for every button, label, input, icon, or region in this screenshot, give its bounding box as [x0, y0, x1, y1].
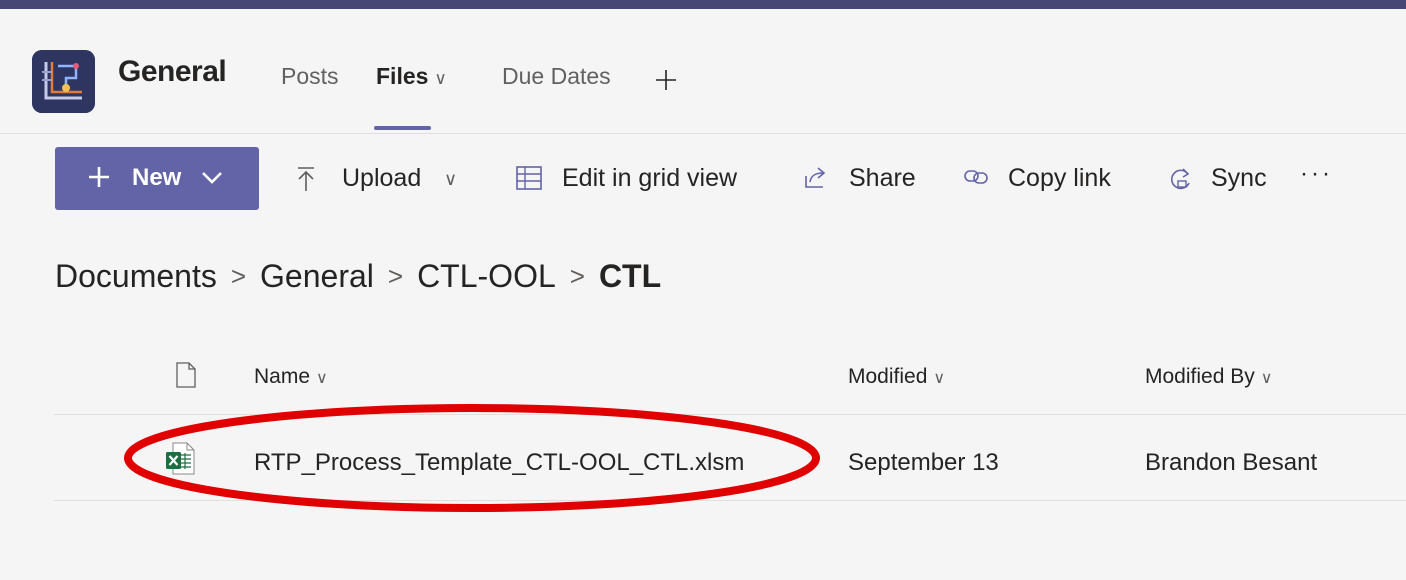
chevron-down-icon[interactable]: ∨: [434, 69, 446, 88]
row-divider: [54, 500, 1406, 501]
modified-by: Brandon Besant: [1145, 449, 1318, 476]
table-row[interactable]: RTP_Process_Template_CTL-OOL_CTL.xlsm Se…: [54, 415, 1406, 500]
breadcrumb-item-general[interactable]: General: [260, 258, 374, 294]
add-tab-plus-icon[interactable]: [655, 69, 677, 91]
channel-header: General Posts Files ∨ Due Dates: [0, 9, 1406, 135]
tab-files-label: Files: [376, 63, 429, 89]
column-header-row: Name ∨ Modified ∨ Modified By ∨: [54, 330, 1406, 414]
tab-posts[interactable]: Posts: [281, 63, 339, 90]
breadcrumb: Documents > General > CTL-OOL > CTL: [55, 258, 661, 295]
teams-app-icon: [32, 50, 95, 113]
plus-icon: [89, 167, 109, 187]
header-divider: [0, 133, 1406, 134]
file-type-column-icon[interactable]: [176, 362, 196, 388]
breadcrumb-separator: >: [387, 261, 404, 291]
sync-label: Sync: [1211, 164, 1267, 192]
sort-chevron-icon: ∨: [316, 370, 328, 387]
copy-link-label: Copy link: [1008, 164, 1111, 192]
column-header-modified-label: Modified: [848, 365, 928, 388]
column-header-name-label: Name: [254, 365, 311, 388]
column-header-modified[interactable]: Modified ∨: [848, 365, 945, 389]
column-header-modified-by-label: Modified By: [1145, 365, 1255, 388]
upload-icon: [298, 167, 314, 191]
grid-icon: [516, 166, 542, 190]
chevron-down-icon: [202, 172, 222, 184]
sort-chevron-icon: ∨: [933, 370, 946, 387]
new-button[interactable]: New: [55, 147, 259, 210]
modified-date: September 13: [848, 449, 999, 476]
breadcrumb-item-ctl-ool[interactable]: CTL-OOL: [417, 258, 556, 294]
breadcrumb-item-documents[interactable]: Documents: [55, 258, 217, 294]
new-button-label: New: [132, 164, 182, 191]
breadcrumb-item-ctl: CTL: [598, 258, 662, 294]
upload-label: Upload: [342, 164, 422, 192]
upload-chevron-icon: ∨: [444, 169, 458, 189]
column-header-name[interactable]: Name ∨: [254, 365, 328, 389]
column-header-modified-by[interactable]: Modified By ∨: [1145, 365, 1272, 389]
active-tab-indicator: [374, 126, 431, 130]
excel-file-icon: [166, 442, 195, 475]
more-options-icon[interactable]: ···: [1300, 160, 1333, 188]
link-icon: [964, 170, 988, 184]
breadcrumb-separator: >: [569, 261, 585, 291]
file-name-link[interactable]: RTP_Process_Template_CTL-OOL_CTL.xlsm: [254, 449, 744, 477]
share-icon: [805, 167, 826, 188]
sort-chevron-icon: ∨: [1260, 370, 1273, 387]
share-label: Share: [849, 164, 916, 192]
channel-title: General: [118, 55, 227, 88]
tab-files[interactable]: Files ∨: [376, 63, 447, 90]
sync-icon: [1170, 168, 1190, 190]
top-accent-strip: [0, 0, 1406, 9]
breadcrumb-separator: >: [230, 261, 247, 291]
edit-in-grid-view-label: Edit in grid view: [562, 164, 738, 192]
tab-due-dates[interactable]: Due Dates: [502, 63, 611, 90]
